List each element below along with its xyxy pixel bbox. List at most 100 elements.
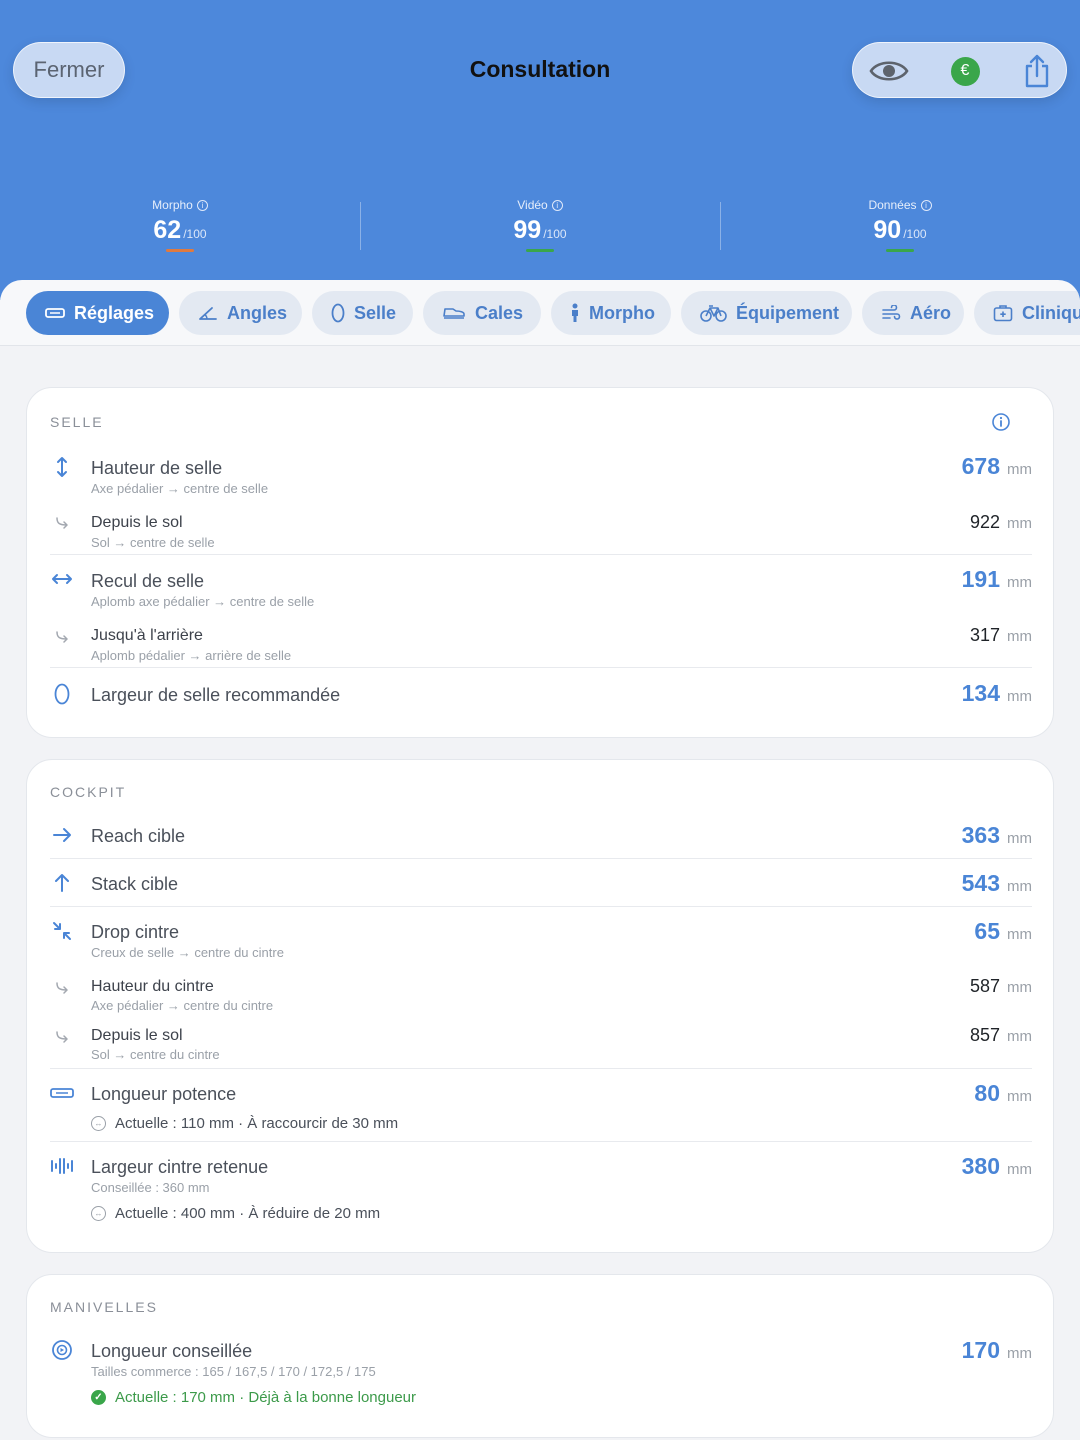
value-number: 65 [974, 918, 1000, 944]
share-icon[interactable] [1009, 43, 1065, 99]
wind-icon [882, 305, 901, 320]
divider [50, 554, 1032, 555]
value-unit: mm [1007, 926, 1032, 943]
divider [50, 1068, 1032, 1069]
section-title: MANIVELLES [50, 1299, 158, 1315]
row-value: 543 mm [962, 870, 1032, 897]
row-sublabel: Aplomb pédalier → arrière de selle [91, 648, 292, 663]
row-label: Hauteur du cintre [91, 978, 214, 995]
info-icon[interactable]: i [920, 199, 932, 211]
header: Fermer Consultation € Morpho i 62/100 Vid… [0, 0, 1080, 300]
info-icon[interactable] [991, 412, 1011, 437]
tab-label: Aéro [910, 302, 952, 323]
manivelles-card: MANIVELLES Longueur conseillée Tailles c… [26, 1274, 1054, 1438]
value-unit: mm [1007, 628, 1032, 645]
cockpit-card: COCKPIT Reach cible 363 mm Stack cible 54… [26, 759, 1054, 1253]
row-label: Reach cible [91, 826, 186, 846]
value-unit: mm [1007, 878, 1032, 895]
value-unit: mm [1007, 1028, 1032, 1045]
row-sublabel: Conseillée : 360 mm [91, 1180, 210, 1195]
selle-card: SELLE Hauteur de selle Axe pédalier → ce… [26, 387, 1054, 738]
row-value: 134 mm [962, 680, 1032, 707]
tab-cales[interactable]: Cales [423, 291, 541, 335]
value-unit: mm [1007, 830, 1032, 847]
euro-icon: € [950, 56, 980, 86]
value-unit: mm [1007, 1088, 1032, 1105]
bicycle-icon [700, 305, 727, 322]
score-summary: Morpho i 62/100 Vidéo i 99/100 Données i 90… [0, 198, 1080, 260]
tab-reglages[interactable]: Réglages [26, 291, 169, 335]
eye-icon[interactable] [861, 43, 917, 99]
value-number: 587 [969, 976, 1000, 996]
vertical-arrows-icon [49, 454, 75, 480]
saddle-outline-icon [49, 681, 75, 707]
section-title: SELLE [50, 414, 104, 430]
divider [50, 906, 1032, 907]
value-number: 170 [961, 1337, 1000, 1363]
score-label: Données [868, 198, 917, 212]
compare-icon: ↔ [91, 1116, 106, 1131]
info-icon[interactable]: i [196, 199, 208, 211]
tab-morpho[interactable]: Morpho [551, 291, 671, 335]
value-unit: mm [1007, 515, 1032, 532]
tab-label: Selle [354, 302, 397, 323]
row-value: 380 mm [962, 1153, 1032, 1180]
score-indicator [166, 249, 194, 252]
row-label: Depuis le sol [91, 1027, 183, 1044]
value-number: 678 [961, 453, 1000, 479]
value-number: 80 [974, 1080, 1000, 1106]
row-label: Stack cible [91, 874, 179, 894]
tab-label: Équipement [736, 302, 840, 323]
row-value: 587 mm [970, 976, 1032, 997]
score-video: Vidéo i 99/100 [360, 198, 720, 252]
row-value: 317 mm [970, 625, 1032, 646]
angle-icon [199, 307, 217, 320]
row-label: Jusqu'à l'arrière [91, 627, 203, 644]
info-icon[interactable]: i [551, 199, 563, 211]
tab-label: Réglages [74, 302, 155, 323]
tab-clinique[interactable]: Clinique [974, 291, 1080, 335]
value-unit: mm [1007, 574, 1032, 591]
tab-aero[interactable]: Aéro [862, 291, 964, 335]
row-label: Largeur cintre retenue [91, 1157, 269, 1177]
section-title: COCKPIT [50, 784, 127, 800]
tab-label: Angles [227, 302, 288, 323]
sub-arrow-icon [49, 624, 75, 650]
row-label: Largeur de selle recommandée [91, 685, 341, 705]
row-label: Longueur conseillée [91, 1341, 253, 1361]
row-sublabel: Aplomb axe pédalier → centre de selle [91, 594, 315, 609]
tab-bar: Réglages Angles Selle Cales Morpho Équip… [0, 280, 1080, 346]
note-text: Actuelle : 110 mm · À raccourcir de 30 m… [115, 1115, 399, 1132]
row-sublabel: Sol → centre du cintre [91, 1047, 220, 1062]
sub-arrow-icon [49, 975, 75, 1001]
value-number: 191 [961, 566, 1000, 592]
row-value: 678 mm [962, 453, 1032, 480]
row-value: 65 mm [974, 918, 1032, 945]
score-value: 90 [873, 216, 902, 244]
row-value: 80 mm [974, 1080, 1032, 1107]
score-indicator [886, 249, 914, 252]
tab-selle[interactable]: Selle [312, 291, 413, 335]
value-number: 857 [969, 1025, 1000, 1045]
value-unit: mm [1007, 461, 1032, 478]
note-text: Actuelle : 400 mm · À réduire de 20 mm [115, 1205, 381, 1222]
tab-angles[interactable]: Angles [179, 291, 302, 335]
row-value: 922 mm [970, 512, 1032, 533]
row-sublabel: Axe pédalier → centre de selle [91, 481, 269, 496]
euro-button[interactable]: € [937, 43, 993, 99]
width-bars-icon [49, 1153, 75, 1179]
compare-icon: ↔ [91, 1206, 106, 1221]
row-sublabel: Sol → centre de selle [91, 535, 215, 550]
score-label: Morpho [152, 198, 193, 212]
row-value: 857 mm [970, 1025, 1032, 1046]
score-denominator: /100 [543, 227, 567, 241]
value-number: 380 [961, 1153, 1000, 1179]
tab-equipement[interactable]: Équipement [681, 291, 852, 335]
score-donnees: Données i 90/100 [720, 198, 1080, 252]
tab-label: Morpho [589, 302, 655, 323]
score-denominator: /100 [903, 227, 927, 241]
ruler-icon [49, 1080, 75, 1106]
ruler-icon [45, 308, 65, 318]
row-label: Longueur potence [91, 1084, 237, 1104]
row-label: Depuis le sol [91, 514, 183, 531]
